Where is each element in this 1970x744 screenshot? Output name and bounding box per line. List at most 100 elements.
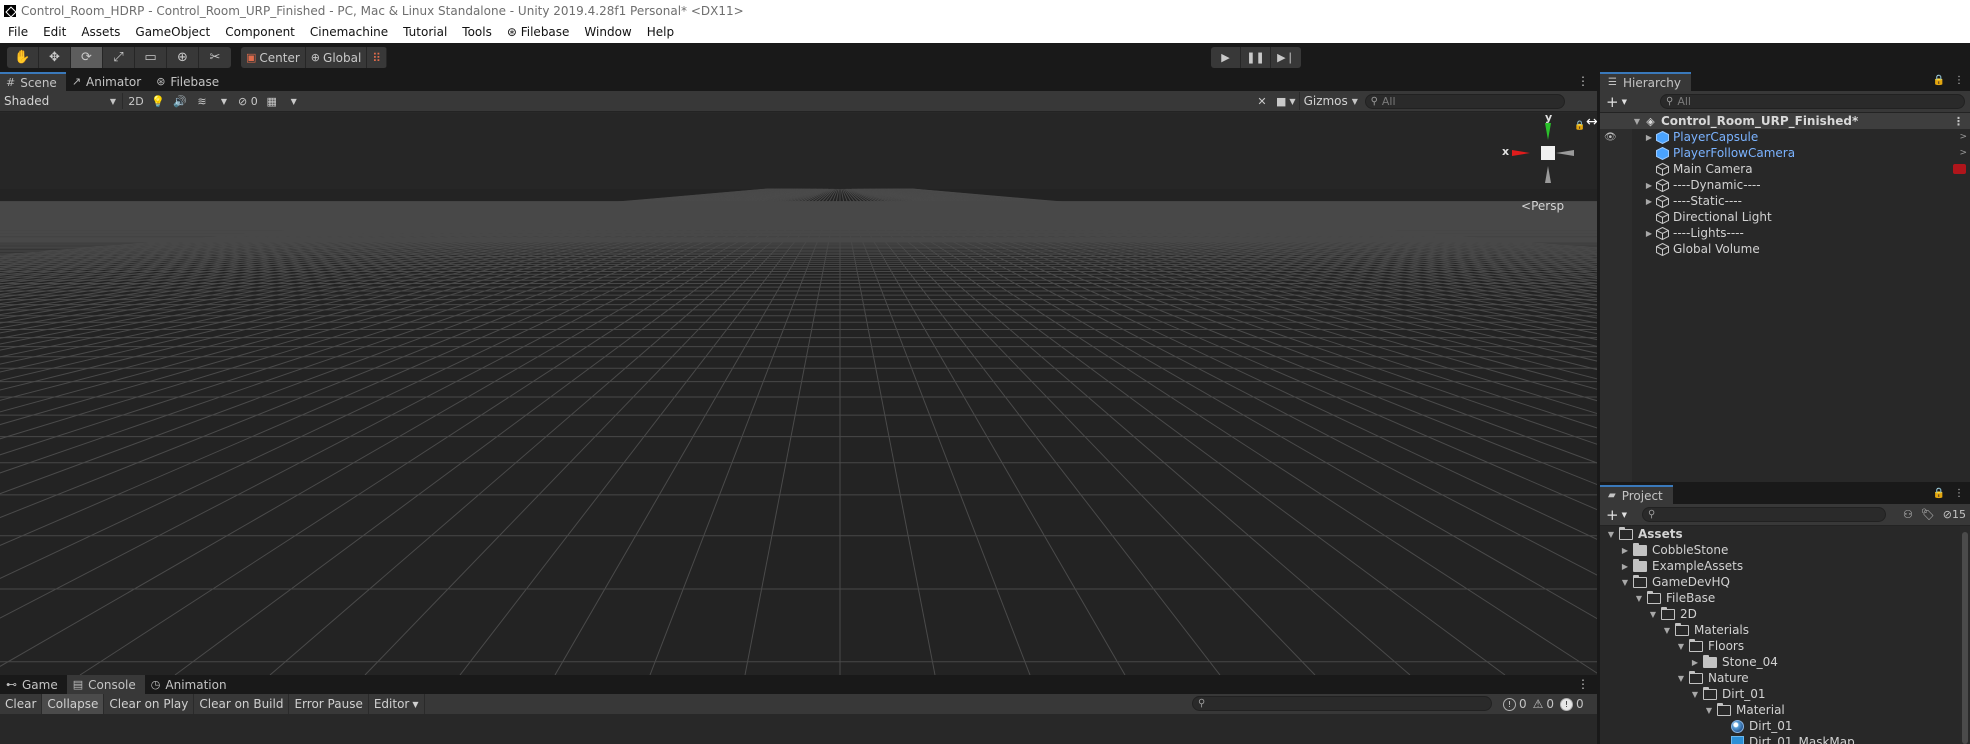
move-tool-button[interactable]: ✥: [39, 47, 71, 68]
error-count-toggle[interactable]: ! 0: [1560, 697, 1584, 711]
editor-dropdown[interactable]: Editor ▼: [369, 694, 425, 714]
rect-tool-button[interactable]: ▭: [135, 47, 167, 68]
chevron-down-icon[interactable]: ▼: [1620, 578, 1630, 587]
chevron-down-icon[interactable]: ▼: [1662, 626, 1672, 635]
orientation-gizmo[interactable]: y x: [1500, 113, 1580, 195]
lock-icon[interactable]: 🔒: [1933, 75, 1945, 86]
clear-button[interactable]: Clear: [0, 694, 43, 714]
project-item-folder[interactable]: ▼ Floors: [1600, 638, 1970, 654]
project-item-folder[interactable]: ▼ Dirt_01: [1600, 686, 1970, 702]
project-item-folder[interactable]: ▶ CobbleStone: [1600, 542, 1970, 558]
chevron-right-icon[interactable]: ▶: [1644, 229, 1654, 238]
custom-tool-button[interactable]: ✂: [199, 47, 231, 68]
scene-menu-icon[interactable]: ⋮: [1953, 115, 1964, 128]
menu-assets[interactable]: Assets: [73, 21, 127, 43]
project-item-folder[interactable]: ▶ ExampleAssets: [1600, 558, 1970, 574]
console-panel-menu-icon[interactable]: ⋮: [1577, 677, 1589, 691]
project-item-material[interactable]: Dirt_01: [1600, 718, 1970, 734]
tab-animation[interactable]: ◷ Animation: [145, 675, 236, 694]
chevron-right-icon[interactable]: ▶: [1644, 133, 1654, 142]
collapse-button[interactable]: Collapse: [42, 694, 105, 714]
grid-dropdown[interactable]: ▼: [283, 92, 305, 110]
console-search-input[interactable]: ⚲: [1192, 696, 1492, 711]
chevron-down-icon[interactable]: ▼: [1648, 610, 1658, 619]
tab-scene[interactable]: # Scene: [0, 72, 66, 91]
create-asset-button[interactable]: + ▼: [1600, 506, 1633, 524]
menu-file[interactable]: File: [0, 21, 35, 43]
effects-toggle[interactable]: ≋: [191, 92, 213, 110]
step-button[interactable]: ▶❘: [1271, 47, 1301, 68]
lock-icon[interactable]: 🔒: [1574, 121, 1585, 131]
panel-menu-icon[interactable]: ⋮: [1954, 488, 1964, 499]
label-icon[interactable]: 🏷: [1921, 508, 1935, 521]
hierarchy-item-global-volume[interactable]: Global Volume: [1600, 241, 1970, 257]
project-item-folder[interactable]: ▼ Nature: [1600, 670, 1970, 686]
project-scrollbar[interactable]: [1960, 526, 1970, 744]
lighting-toggle[interactable]: 💡: [147, 92, 169, 110]
chevron-right-icon[interactable]: ▶: [1620, 562, 1630, 571]
grid-toggle[interactable]: ▦: [261, 92, 283, 110]
chevron-down-icon[interactable]: ▼: [1606, 530, 1616, 539]
chevron-down-icon[interactable]: ▼: [1676, 674, 1686, 683]
chevron-down-icon[interactable]: ▼: [1676, 642, 1686, 651]
menu-gameobject[interactable]: GameObject: [127, 21, 217, 43]
eye-icon[interactable]: 👁: [1604, 132, 1617, 143]
chevron-down-icon[interactable]: ▼: [1690, 690, 1700, 699]
project-item-folder[interactable]: ▼ Material: [1600, 702, 1970, 718]
project-search-input[interactable]: ⚲: [1642, 507, 1886, 522]
menu-help[interactable]: Help: [639, 21, 681, 43]
pivot-center-toggle[interactable]: ▣ Center: [241, 47, 306, 68]
tab-project[interactable]: ▰ Project: [1600, 485, 1673, 504]
scene-search-input[interactable]: ⚲ All: [1364, 93, 1565, 109]
tab-animator[interactable]: ↗ Animator: [66, 72, 150, 91]
hierarchy-item-dynamic[interactable]: ▶ ----Dynamic----: [1600, 177, 1970, 193]
menu-component[interactable]: Component: [217, 21, 302, 43]
menu-window[interactable]: Window: [576, 21, 638, 43]
tab-hierarchy[interactable]: ☰ Hierarchy: [1600, 72, 1691, 91]
project-item-folder[interactable]: ▼ 2D: [1600, 606, 1970, 622]
projection-toggle[interactable]: <Persp: [1521, 199, 1564, 213]
menu-filebase[interactable]: ⊛ Filebase: [499, 21, 577, 43]
hierarchy-item-playerfollowcamera[interactable]: PlayerFollowCamera >: [1600, 145, 1970, 161]
scene-root-row[interactable]: ▼ ◈ Control_Room_URP_Finished* ⋮: [1600, 113, 1970, 129]
chevron-right-icon[interactable]: >: [1959, 148, 1967, 158]
lock-icon[interactable]: 🔒: [1933, 488, 1945, 499]
hierarchy-search-input[interactable]: ⚲ All: [1660, 94, 1965, 109]
hand-tool-button[interactable]: ✋: [7, 47, 39, 68]
snap-toggle[interactable]: ⠿: [367, 47, 388, 68]
camera-settings[interactable]: ■ ▼: [1273, 92, 1299, 110]
hidden-objects-toggle[interactable]: ⊘ 0: [235, 92, 261, 110]
project-item-texture[interactable]: Dirt_01_MaskMap: [1600, 734, 1970, 744]
error-pause-button[interactable]: Error Pause: [289, 694, 369, 714]
tools-toggle[interactable]: ✕: [1251, 92, 1273, 110]
hierarchy-item-static[interactable]: ▶ ----Static----: [1600, 193, 1970, 209]
chevron-down-icon[interactable]: ▼: [1704, 706, 1714, 715]
audio-toggle[interactable]: 🔊: [169, 92, 191, 110]
chevron-down-icon[interactable]: ▼: [1632, 117, 1642, 126]
shading-mode-dropdown[interactable]: Shaded ▼: [0, 92, 120, 110]
project-item-folder[interactable]: ▼ FileBase: [1600, 590, 1970, 606]
project-item-folder[interactable]: ▼ Materials: [1600, 622, 1970, 638]
hierarchy-item-lights[interactable]: ▶ ----Lights----: [1600, 225, 1970, 241]
panel-menu-icon[interactable]: ⋮: [1954, 75, 1964, 86]
hierarchy-item-directional-light[interactable]: Directional Light: [1600, 209, 1970, 225]
toggle-2d-button[interactable]: 2D: [125, 92, 147, 110]
menu-tutorial[interactable]: Tutorial: [395, 21, 454, 43]
chevron-right-icon[interactable]: ▶: [1644, 197, 1654, 206]
chevron-down-icon[interactable]: ▼: [1634, 594, 1644, 603]
play-button[interactable]: ▶: [1211, 47, 1241, 68]
clear-on-play-button[interactable]: Clear on Play: [104, 694, 195, 714]
pause-button[interactable]: ❚❚: [1241, 47, 1271, 68]
menu-edit[interactable]: Edit: [35, 21, 73, 43]
transform-tool-button[interactable]: ⊕: [167, 47, 199, 68]
project-item-folder[interactable]: ▼ GameDevHQ: [1600, 574, 1970, 590]
chevron-right-icon[interactable]: ▶: [1690, 658, 1700, 667]
effects-dropdown[interactable]: ▼: [213, 92, 235, 110]
chevron-right-icon[interactable]: >: [1959, 132, 1967, 142]
clear-on-build-button[interactable]: Clear on Build: [194, 694, 290, 714]
project-item-folder[interactable]: ▼ Assets: [1600, 526, 1970, 542]
tab-game[interactable]: ⊷ Game: [0, 675, 67, 694]
warning-count-toggle[interactable]: ⚠ 0: [1533, 697, 1554, 711]
search-by-type-icon[interactable]: ⚇: [1903, 508, 1913, 521]
chevron-right-icon[interactable]: ▶: [1644, 181, 1654, 190]
